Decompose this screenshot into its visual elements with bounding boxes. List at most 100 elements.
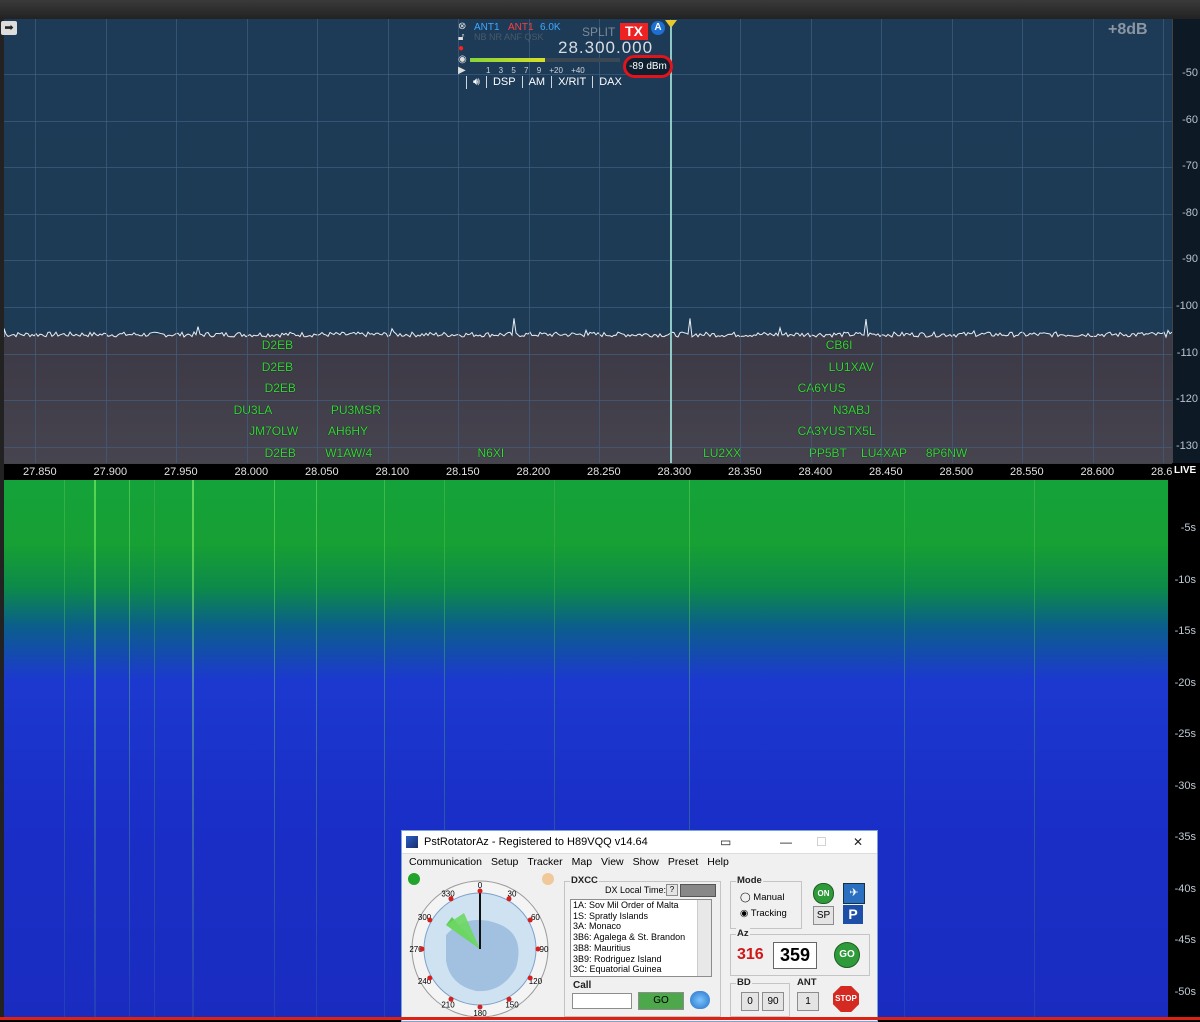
- dxcc-list-item[interactable]: 3B6: Agalega & St. Brandon: [571, 932, 711, 943]
- freq-tick: 28.350: [728, 466, 762, 478]
- flag-buttons: 🔊︎ DSP AM X/RIT DAX: [466, 76, 628, 89]
- dxcc-scrollbar[interactable]: [697, 900, 711, 976]
- grid-line-vertical: [951, 19, 953, 463]
- dx-spot[interactable]: CA6YUS: [798, 381, 846, 395]
- dx-spot[interactable]: N3ABJ: [833, 403, 870, 417]
- dx-spot[interactable]: PU3MSR: [331, 403, 381, 417]
- freq-tick: 28.300: [657, 466, 692, 478]
- freq-tick: 28.050: [305, 466, 339, 478]
- preset-dot: [448, 896, 454, 902]
- dx-spot[interactable]: CA3YUS: [798, 424, 846, 438]
- close-button[interactable]: ✕: [853, 831, 863, 853]
- stop-button[interactable]: STOP: [833, 986, 859, 1012]
- dxcc-list-item[interactable]: 3B8: Mauritius: [571, 943, 711, 954]
- call-input[interactable]: [572, 993, 632, 1009]
- dx-spot[interactable]: JM7OLW: [249, 424, 298, 438]
- dx-spot[interactable]: LU2XX: [703, 446, 741, 460]
- time-tick: -10s: [1174, 573, 1196, 586]
- menu-preset[interactable]: Preset: [668, 856, 698, 868]
- status-led-amber: [542, 873, 554, 885]
- freq-tick: 27.950: [164, 466, 198, 478]
- menu-help[interactable]: Help: [707, 856, 729, 868]
- dxcc-list-item[interactable]: 3C: Equatorial Guinea: [571, 964, 711, 975]
- on-button[interactable]: ON: [813, 883, 834, 904]
- dax-button[interactable]: DAX: [592, 76, 628, 88]
- dx-spot[interactable]: D2EB: [265, 446, 296, 460]
- mode-manual-radio[interactable]: ◯ Manual: [740, 892, 784, 903]
- expand-arrow-icon[interactable]: ➡: [1, 21, 17, 35]
- menu-tracker[interactable]: Tracker: [527, 856, 562, 868]
- maximize-button[interactable]: ☐: [816, 831, 827, 853]
- menu-communication[interactable]: Communication: [409, 856, 482, 868]
- mode-tracking-radio[interactable]: ◉ Tracking: [740, 908, 787, 919]
- compass-degree-label: 210: [441, 1000, 455, 1009]
- dxcc-list-item[interactable]: 3B9: Rodriguez Island: [571, 954, 711, 965]
- slice-letter[interactable]: A: [651, 21, 665, 35]
- slice-flag[interactable]: ⊗ 🔓︎ ● ◉ ▶ ANT1 ANT1 6.0K NB NR ANF QSK SPLI…: [456, 21, 673, 91]
- dx-spot[interactable]: D2EB: [262, 360, 293, 374]
- keyboard-icon[interactable]: ▭: [720, 831, 731, 853]
- grid-line-vertical: [1022, 19, 1024, 463]
- rotator-titlebar[interactable]: PstRotatorAz - Registered to H89VQQ v14.…: [402, 831, 877, 854]
- dxcc-list-item[interactable]: 3A: Monaco: [571, 921, 711, 932]
- dx-spot[interactable]: W1AW/4: [325, 446, 372, 460]
- minimize-button[interactable]: —: [780, 831, 792, 853]
- dx-spot[interactable]: LU1XAV: [829, 360, 874, 374]
- preset-dot: [506, 996, 512, 1002]
- dxcc-list-item[interactable]: 1S: Spratly Islands: [571, 911, 711, 922]
- freq-tick: 28.550: [1010, 466, 1044, 478]
- db-tick: -90: [1182, 253, 1198, 266]
- menu-map[interactable]: Map: [572, 856, 592, 868]
- menu-setup[interactable]: Setup: [491, 856, 518, 868]
- mode-manual-label: Manual: [753, 892, 785, 903]
- dx-spot[interactable]: D2EB: [265, 381, 296, 395]
- time-tick: -50s: [1174, 985, 1196, 998]
- db-scale[interactable]: -50 -60 -70 -80 -90 -100 -110 -120 -130: [1172, 19, 1200, 463]
- menu-show[interactable]: Show: [633, 856, 659, 868]
- azimuth-compass-map[interactable]: 0306090120150180210240270300330: [406, 873, 558, 1021]
- antenna-icon[interactable]: ✈: [843, 883, 865, 904]
- dx-spot[interactable]: AH6HY: [328, 424, 368, 438]
- split-button[interactable]: SPLIT: [582, 25, 615, 39]
- dx-spot[interactable]: DU3LA: [234, 403, 273, 417]
- grid-line-horizontal: [4, 353, 1172, 355]
- tuning-cursor[interactable]: [670, 27, 672, 463]
- bd-90-button[interactable]: 90: [762, 992, 784, 1011]
- flag-side-icons[interactable]: ⊗ 🔓︎ ● ◉ ▶: [458, 21, 467, 76]
- az-go-button[interactable]: GO: [834, 942, 860, 968]
- dx-spot[interactable]: N6XI: [478, 446, 505, 460]
- bd-0-button[interactable]: 0: [741, 992, 759, 1011]
- grid-line-vertical: [317, 19, 319, 463]
- grid-line-horizontal: [4, 307, 1172, 308]
- dsp-button[interactable]: DSP: [485, 76, 522, 88]
- live-label: LIVE: [1174, 465, 1197, 476]
- dx-spot[interactable]: TX5L: [847, 424, 876, 438]
- sp-button[interactable]: SP: [813, 906, 834, 925]
- dx-spot[interactable]: LU4XAP: [861, 446, 907, 460]
- grid-line-vertical: [740, 19, 742, 463]
- db-tick: -80: [1182, 206, 1198, 219]
- dxcc-listbox[interactable]: 1A: Sov Mil Order of Malta 1S: Spratly Is…: [570, 899, 712, 977]
- ant-button[interactable]: 1: [797, 992, 819, 1011]
- dx-spot[interactable]: CB6I: [826, 338, 853, 352]
- az-label: Az: [736, 928, 750, 939]
- dx-spot[interactable]: PP5BT: [809, 446, 847, 460]
- dx-local-time-label: DX Local Time:: [605, 885, 667, 895]
- menu-view[interactable]: View: [601, 856, 624, 868]
- frequency-axis[interactable]: 27.850 27.900 27.950 28.000 28.050 28.100 28.1…: [4, 463, 1172, 481]
- speaker-icon[interactable]: 🔊︎: [466, 76, 486, 89]
- time-tick: -45s: [1174, 934, 1196, 946]
- park-button[interactable]: P: [843, 905, 863, 924]
- dxcc-list-item[interactable]: 1A: Sov Mil Order of Malta: [571, 900, 711, 911]
- freq-tick: 28.500: [939, 466, 974, 478]
- dx-spot[interactable]: D2EB: [262, 338, 293, 352]
- az-target-input[interactable]: 359: [773, 942, 817, 969]
- freq-tick: 28.100: [375, 466, 410, 478]
- dx-local-time-field: [680, 884, 716, 897]
- call-go-button[interactable]: GO: [638, 992, 684, 1010]
- grid-line-vertical: [35, 19, 37, 463]
- dx-spot[interactable]: 8P6NW: [926, 446, 967, 460]
- globe-icon[interactable]: [690, 991, 710, 1009]
- xrit-button[interactable]: X/RIT: [551, 76, 592, 88]
- mode-button[interactable]: AM: [521, 76, 552, 88]
